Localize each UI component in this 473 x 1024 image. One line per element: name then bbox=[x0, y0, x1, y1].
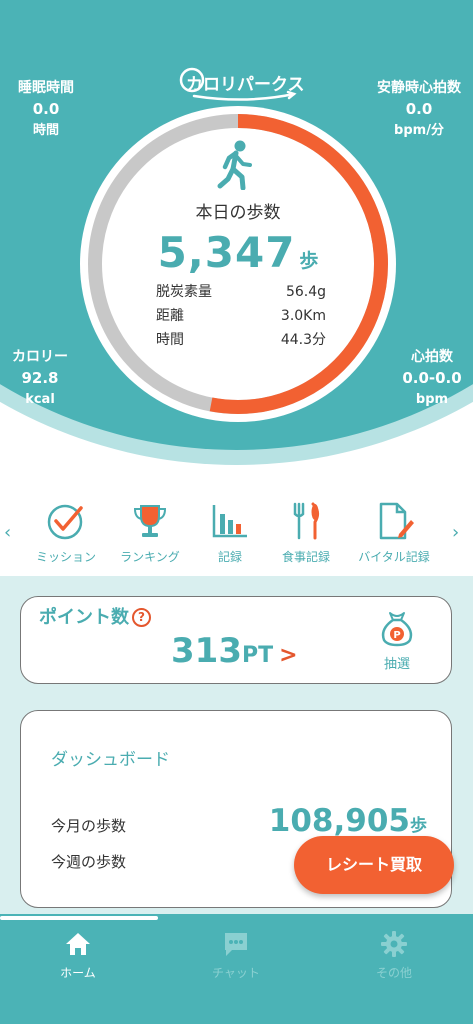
points-arrow-icon: > bbox=[279, 643, 298, 668]
metric-label: 時間 bbox=[156, 332, 184, 348]
steps-value: 5,347 bbox=[157, 228, 296, 277]
steps-count: 5,347 歩 bbox=[80, 228, 396, 277]
tab-label: チャット bbox=[212, 966, 260, 980]
app-logo: カロリパークス bbox=[176, 64, 305, 104]
money-bag-icon: P bbox=[381, 612, 413, 647]
svg-text:P: P bbox=[393, 630, 400, 641]
tab-label: ホーム bbox=[60, 966, 96, 980]
points-card[interactable]: ポイント数? 313PT > P 抽選 bbox=[20, 596, 452, 684]
weekly-steps-row: 今週の歩数 bbox=[51, 851, 126, 872]
monthly-steps-label: 今月の歩数 bbox=[51, 817, 127, 835]
logo-text: カロリパークス bbox=[186, 75, 305, 95]
menu-label: ランキング bbox=[120, 550, 180, 564]
lottery-label: 抽選 bbox=[383, 657, 410, 672]
check-circle-icon bbox=[47, 504, 83, 540]
menu-label: バイタル記録 bbox=[358, 550, 430, 564]
monthly-steps-count: 108,905歩 bbox=[269, 803, 427, 839]
tab-home[interactable]: ホーム bbox=[28, 930, 128, 981]
calories-stat[interactable]: カロリー 92.8 kcal bbox=[2, 347, 78, 410]
metric-value: 56.4g bbox=[285, 284, 326, 300]
scroll-indicator bbox=[0, 916, 158, 920]
points-value-row[interactable]: 313PT > bbox=[171, 631, 298, 671]
points-value: 313 bbox=[171, 631, 242, 671]
menu-item-vitals[interactable]: バイタル記録 bbox=[352, 502, 436, 565]
points-unit: PT bbox=[241, 643, 274, 668]
points-title: ポイント数? bbox=[39, 603, 151, 629]
menu-label: ミッション bbox=[35, 550, 96, 564]
calories-value: 92.8 bbox=[21, 369, 59, 387]
hero-section: カロリパークス 睡眠時間 0.0 時間 安静時心拍数 0.0 bpm/分 カロリ… bbox=[0, 0, 473, 470]
calories-label: カロリー bbox=[12, 349, 68, 365]
menu-item-meal[interactable]: 食事記録 bbox=[264, 502, 348, 565]
heart-rate-label: 心拍数 bbox=[411, 349, 453, 365]
bar-chart-icon bbox=[212, 505, 247, 538]
tab-chat[interactable]: チャット bbox=[186, 930, 286, 981]
dashboard-title: ダッシュボード bbox=[51, 750, 170, 770]
menu-label: 食事記録 bbox=[281, 550, 330, 564]
gear-icon bbox=[381, 931, 407, 957]
monthly-steps-row: 今月の歩数 108,905歩 bbox=[51, 803, 427, 839]
lottery-button[interactable]: P 抽選 bbox=[375, 609, 419, 672]
sleep-label: 睡眠時間 bbox=[18, 80, 74, 96]
receipt-purchase-button[interactable]: レシート買取 bbox=[294, 836, 454, 894]
heart-rate-value: 0.0-0.0 bbox=[402, 369, 462, 387]
metric-value: 3.0Km bbox=[280, 308, 326, 324]
menu-item-records[interactable]: 記録 bbox=[188, 502, 272, 565]
calories-unit: kcal bbox=[25, 392, 55, 407]
menu-label: 記録 bbox=[217, 550, 242, 564]
steps-unit: 歩 bbox=[299, 250, 319, 272]
metric-label: 距離 bbox=[156, 308, 184, 324]
weekly-steps-label: 今週の歩数 bbox=[51, 853, 127, 871]
points-title-text: ポイント数 bbox=[39, 607, 129, 628]
metric-label: 脱炭素量 bbox=[156, 284, 212, 300]
tab-bar: ホーム チャット その他 bbox=[0, 914, 473, 1024]
fork-knife-icon bbox=[293, 502, 320, 540]
trophy-icon bbox=[133, 505, 167, 537]
menu-prev-arrow[interactable]: ‹ bbox=[4, 522, 11, 543]
steps-metrics: 脱炭素量 56.4g 距離 3.0Km 時間 44.3分 bbox=[156, 280, 326, 352]
metric-value: 44.3分 bbox=[280, 332, 326, 348]
metric-distance: 距離 3.0Km bbox=[156, 304, 326, 328]
document-pen-icon bbox=[379, 502, 414, 540]
metric-carbon: 脱炭素量 56.4g bbox=[156, 280, 326, 304]
menu-item-ranking[interactable]: ランキング bbox=[108, 502, 192, 565]
sleep-value: 0.0 bbox=[32, 100, 60, 118]
menu-item-mission[interactable]: ミッション bbox=[24, 502, 108, 565]
menu-next-arrow[interactable]: › bbox=[452, 522, 459, 543]
tab-other[interactable]: その他 bbox=[344, 930, 444, 981]
resting-hr-label: 安静時心拍数 bbox=[377, 80, 461, 96]
steps-title: 本日の歩数 bbox=[195, 203, 281, 223]
chat-icon bbox=[225, 933, 247, 956]
metric-time: 時間 44.3分 bbox=[156, 328, 326, 352]
tab-label: その他 bbox=[375, 966, 412, 980]
home-icon bbox=[66, 933, 90, 955]
sleep-unit: 時間 bbox=[32, 123, 59, 138]
feature-menu: ‹ ミッション ランキング 記録 食事記録 バイタル記録 › bbox=[0, 496, 473, 574]
sleep-stat[interactable]: 睡眠時間 0.0 時間 bbox=[6, 78, 86, 141]
steps-ring[interactable]: 本日の歩数 5,347 歩 脱炭素量 56.4g 距離 3.0Km 時間 44.3… bbox=[80, 106, 396, 422]
walking-person-icon bbox=[217, 140, 252, 190]
monthly-steps-value: 108,905 bbox=[268, 803, 410, 839]
heart-rate-unit: bpm bbox=[415, 392, 449, 407]
heart-rate-stat[interactable]: 心拍数 0.0-0.0 bpm bbox=[392, 347, 472, 410]
monthly-steps-unit: 歩 bbox=[410, 816, 427, 836]
help-icon[interactable]: ? bbox=[132, 608, 151, 627]
